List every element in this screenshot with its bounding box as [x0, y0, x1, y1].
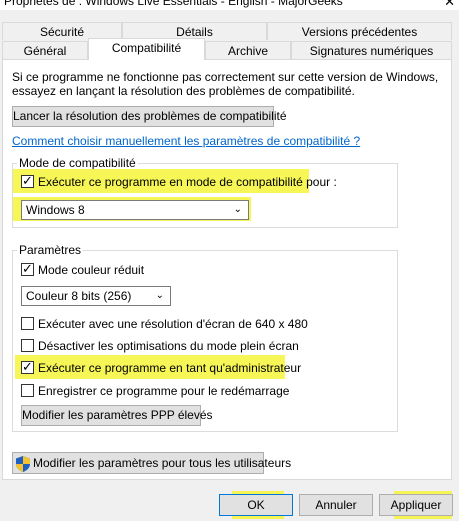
settings-legend: Paramètres — [17, 243, 84, 257]
compat-mode-checkbox[interactable]: ✓ — [21, 173, 34, 188]
tab-archive[interactable]: Archive — [205, 41, 291, 59]
resolution-640-label: Exécuter avec une résolution d'écran de … — [38, 317, 308, 331]
uac-shield-icon — [16, 456, 30, 472]
os-version-select[interactable]: Windows 8 ⌄ — [21, 200, 249, 220]
compat-mode-label: Exécuter ce programme en mode de compati… — [38, 175, 337, 189]
run-as-admin-checkbox[interactable]: ✓ — [21, 359, 34, 374]
checkmark-icon: ✓ — [22, 359, 33, 374]
reduced-color-checkbox[interactable]: ✓ — [21, 261, 34, 276]
resolution-640-checkbox[interactable] — [21, 317, 34, 330]
fullscreen-optimizations-label: Désactiver les optimisations du mode ple… — [38, 339, 299, 353]
chevron-down-icon: ⌄ — [155, 290, 164, 301]
close-icon[interactable]: ✕ — [444, 0, 455, 10]
all-users-button[interactable]: Modifier les paramètres pour tous les ut… — [12, 452, 291, 474]
cancel-button[interactable]: Annuler — [299, 494, 373, 516]
compat-mode-legend: Mode de compatibilité — [17, 156, 138, 170]
troubleshoot-button[interactable]: Lancer la résolution des problèmes de co… — [12, 106, 287, 127]
fullscreen-optimizations-checkbox[interactable] — [21, 339, 34, 352]
apply-button[interactable]: Appliquer — [379, 494, 453, 516]
window-title: Propriétés de : Windows Live Essentials … — [4, 0, 343, 8]
intro-line-2: essayez en lançant la résolution des pro… — [12, 84, 355, 98]
tab-general[interactable]: Général — [2, 41, 88, 59]
all-users-label: Modifier les paramètres pour tous les ut… — [33, 456, 292, 470]
tab-versions-precedentes[interactable]: Versions précédentes — [267, 22, 452, 40]
color-depth-select[interactable]: Couleur 8 bits (256) ⌄ — [21, 286, 171, 306]
manual-settings-link[interactable]: Comment choisir manuellement les paramèt… — [12, 134, 360, 148]
register-restart-label: Enregistrer ce programme pour le redémar… — [38, 384, 290, 398]
tab-compatibilite[interactable]: Compatibilité — [88, 38, 205, 60]
os-version-value: Windows 8 — [26, 203, 85, 217]
compatibility-panel: Si ce programme ne fonctionne pas correc… — [2, 59, 452, 480]
tab-signatures-numeriques[interactable]: Signatures numériques — [291, 41, 452, 59]
chevron-down-icon: ⌄ — [233, 204, 242, 215]
run-as-admin-label: Exécuter ce programme en tant qu'adminis… — [38, 361, 302, 375]
register-restart-checkbox[interactable] — [21, 384, 34, 397]
reduced-color-label: Mode couleur réduit — [38, 263, 145, 277]
color-depth-value: Couleur 8 bits (256) — [26, 289, 132, 303]
checkmark-icon: ✓ — [22, 173, 33, 188]
title-bar: Propriétés de : Windows Live Essentials … — [0, 0, 459, 10]
high-dpi-button[interactable]: Modifier les paramètres PPP élevés — [21, 405, 213, 426]
checkmark-icon: ✓ — [22, 261, 33, 276]
ok-button[interactable]: OK — [219, 494, 293, 516]
intro-line-1: Si ce programme ne fonctionne pas correc… — [12, 70, 439, 84]
